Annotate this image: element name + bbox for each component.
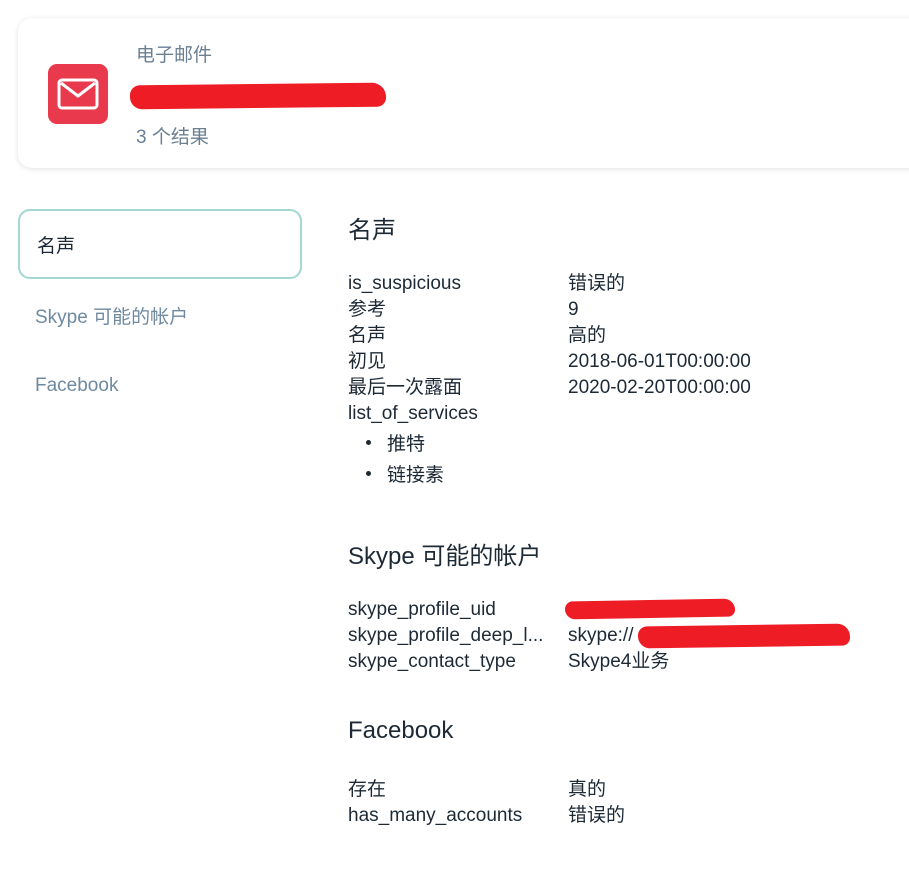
row-key: 存在 [348, 779, 387, 800]
row-value: 2018-06-01T00:00:00 [568, 351, 751, 372]
row-key: skype_profile_uid [348, 599, 496, 620]
service-name: 链接素 [387, 465, 445, 486]
result-count: 3 个结果 [136, 127, 209, 148]
row-key: is_suspicious [348, 273, 461, 294]
sidebar-item-label: 名声 [37, 235, 76, 257]
row-key: 名声 [348, 325, 387, 346]
table-row: list_of_services [348, 401, 909, 427]
sidebar-item-skype[interactable]: Skype 可能的帐户 [18, 280, 302, 350]
row-value: 高的 [568, 325, 607, 346]
page: 电子邮件 3 个结果 名声 Skype 可能的帐户 Facebook 名声 is… [0, 0, 909, 876]
row-value: Skype4业务 [568, 651, 670, 672]
service-name: 推特 [387, 434, 426, 455]
row-key: skype_contact_type [348, 651, 516, 672]
table-row: 初见 2018-06-01T00:00:00 [348, 349, 909, 375]
row-value: 真的 [568, 779, 607, 800]
sidebar-item-label: Facebook [35, 375, 119, 396]
row-value: 9 [568, 299, 579, 320]
list-item: 推特 [366, 432, 425, 458]
table-row: 存在 真的 [348, 777, 909, 803]
header-kind-label: 电子邮件 [136, 45, 213, 66]
section-title-skype: Skype 可能的帐户 [348, 543, 542, 570]
table-row: skype_contact_type Skype4业务 [348, 649, 909, 675]
row-value: 2020-02-20T00:00:00 [568, 377, 751, 398]
email-value [129, 82, 387, 112]
redaction-mark [637, 623, 851, 649]
sidebar-item-reputation[interactable]: 名声 [18, 209, 302, 279]
redaction-mark [129, 82, 387, 110]
row-key: has_many_accounts [348, 805, 523, 826]
list-item: 链接素 [366, 463, 444, 489]
mail-icon [48, 64, 108, 124]
row-value: 错误的 [568, 805, 626, 826]
row-key: list_of_services [348, 403, 478, 424]
header-card: 电子邮件 3 个结果 [18, 18, 909, 168]
table-row: 最后一次露面 2020-02-20T00:00:00 [348, 375, 909, 401]
row-key: 参考 [348, 299, 387, 320]
sidebar-item-facebook[interactable]: Facebook [18, 351, 302, 421]
redaction-mark [564, 598, 736, 620]
sidebar-item-label: Skype 可能的帐户 [35, 306, 189, 328]
row-value: skype:// [568, 625, 634, 646]
section-title-reputation: 名声 [348, 217, 396, 244]
table-row: has_many_accounts 错误的 [348, 803, 909, 829]
row-key: 最后一次露面 [348, 377, 463, 398]
table-row: is_suspicious 错误的 [348, 271, 909, 297]
section-title-facebook: Facebook [348, 717, 454, 744]
row-key: 初见 [348, 351, 387, 372]
row-key: skype_profile_deep_l... [348, 625, 544, 646]
table-row: 名声 高的 [348, 323, 909, 349]
bullet-icon [366, 440, 371, 446]
row-value: 错误的 [568, 273, 626, 294]
bullet-icon [366, 471, 371, 477]
table-row: 参考 9 [348, 297, 909, 323]
